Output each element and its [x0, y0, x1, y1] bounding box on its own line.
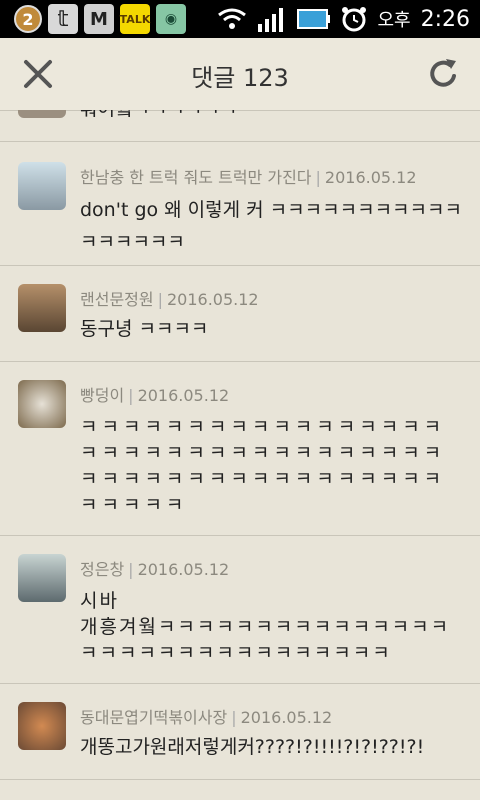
comment-date: 2016.05.12	[240, 708, 333, 727]
gmail-icon: M	[84, 4, 114, 34]
signal-icon	[258, 8, 284, 32]
comment-meta: 한남충 한 트럭 줘도 트럭만 가진다 | 2016.05.12	[80, 168, 417, 187]
notification-icons: 2 𝕥 M TALK ◉	[14, 4, 186, 34]
comment-text: 시바 개흥겨웤ㅋㅋㅋㅋㅋㅋㅋㅋㅋㅋㅋㅋㅋㅋㅋㅋㅋㅋㅋㅋㅋㅋㅋㅋㅋㅋㅋㅋㅋㅋㅋ	[80, 590, 451, 664]
comment-author[interactable]: 빵덩이	[80, 386, 124, 405]
avatar	[18, 702, 66, 750]
system-icons: 오후 2:26	[217, 6, 470, 32]
avatar	[18, 162, 66, 210]
comment-date: 2016.05.12	[167, 290, 259, 309]
eye-app-icon: ◉	[156, 4, 186, 34]
comment-item: 정은창 | 2016.05.12 시바 개흥겨웤ㅋㅋㅋㅋㅋㅋㅋㅋㅋㅋㅋㅋㅋㅋㅋㅋㅋㅋ…	[0, 536, 480, 684]
comment-meta: 랜선문정원 | 2016.05.12	[80, 290, 259, 309]
comment-text: don't go 왜 이렇게 커 ㅋㅋㅋㅋㅋㅋㅋㅋㅋㅋㅋㅋㅋㅋㅋㅋㅋ	[80, 199, 462, 253]
comment-item: 훠어웤ㅋㅋㅋㅋㅋㅋ	[0, 110, 480, 142]
comment-date: 2016.05.12	[137, 386, 230, 405]
clock: 2:26	[420, 6, 470, 32]
comment-author[interactable]: 랜선문정원	[80, 290, 154, 309]
comment-text: 훠어웤ㅋㅋㅋㅋㅋㅋ	[80, 110, 465, 122]
time-prefix: 오후	[377, 10, 411, 31]
comments-header: 댓글 123	[0, 38, 480, 111]
avatar	[18, 110, 66, 118]
comment-item: 빵덩이 | 2016.05.12 ㅋㅋㅋㅋㅋㅋㅋㅋㅋㅋㅋㅋㅋㅋㅋㅋㅋㅋㅋㅋㅋㅋㅋㅋㅋ…	[0, 362, 480, 536]
comment-author[interactable]: 동대문엽기떡볶이사장	[80, 708, 227, 727]
comment-date: 2016.05.12	[137, 560, 230, 579]
comment-meta: 동대문엽기떡볶이사장 | 2016.05.12	[80, 708, 333, 727]
page-title: 댓글 123	[191, 64, 289, 92]
twitter-icon: 𝕥	[48, 4, 78, 34]
comment-item: 동대문엽기떡볶이사장 | 2016.05.12 개똥고가원래저렇게커????!?!!…	[0, 684, 480, 780]
kakaotalk-label: TALK	[119, 12, 151, 26]
comment-meta: 빵덩이 | 2016.05.12	[80, 386, 230, 405]
comment-author[interactable]: 정은창	[80, 560, 124, 579]
refresh-button[interactable]	[426, 56, 462, 92]
status-bar: 2 𝕥 M TALK ◉ 오후 2:26	[0, 0, 480, 38]
avatar	[18, 554, 66, 602]
comment-item: 한남충 한 트럭 줘도 트럭만 가진다 | 2016.05.12 don't go …	[0, 142, 480, 266]
notification-count-badge: 2	[14, 5, 42, 33]
wifi-icon	[218, 8, 247, 29]
avatar	[18, 380, 66, 428]
comment-text: ㅋㅋㅋㅋㅋㅋㅋㅋㅋㅋㅋㅋㅋㅋㅋㅋㅋㅋㅋㅋㅋㅋㅋㅋㅋㅋㅋㅋㅋㅋㅋㅋㅋㅋㅋㅋㅋㅋㅋㅋ…	[80, 416, 446, 516]
comment-date: 2016.05.12	[324, 168, 417, 187]
comment-author[interactable]: 한남충 한 트럭 줘도 트럭만 가진다	[80, 168, 312, 187]
kakaotalk-icon: TALK	[120, 4, 150, 34]
avatar	[18, 284, 66, 332]
battery-icon	[297, 9, 331, 29]
comment-text: 동구녕 ㅋㅋㅋㅋ	[80, 318, 209, 340]
comment-item: 랜선문정원 | 2016.05.12 동구녕 ㅋㅋㅋㅋ	[0, 266, 480, 362]
comment-list[interactable]: 훠어웤ㅋㅋㅋㅋㅋㅋ 한남충 한 트럭 줘도 트럭만 가진다|2016.05.12…	[0, 110, 480, 800]
comment-text: 개똥고가원래저렇게커????!?!!!!?!?!??!?!	[80, 736, 425, 758]
comment-meta: 정은창 | 2016.05.12	[80, 560, 230, 579]
alarm-icon	[342, 7, 367, 32]
